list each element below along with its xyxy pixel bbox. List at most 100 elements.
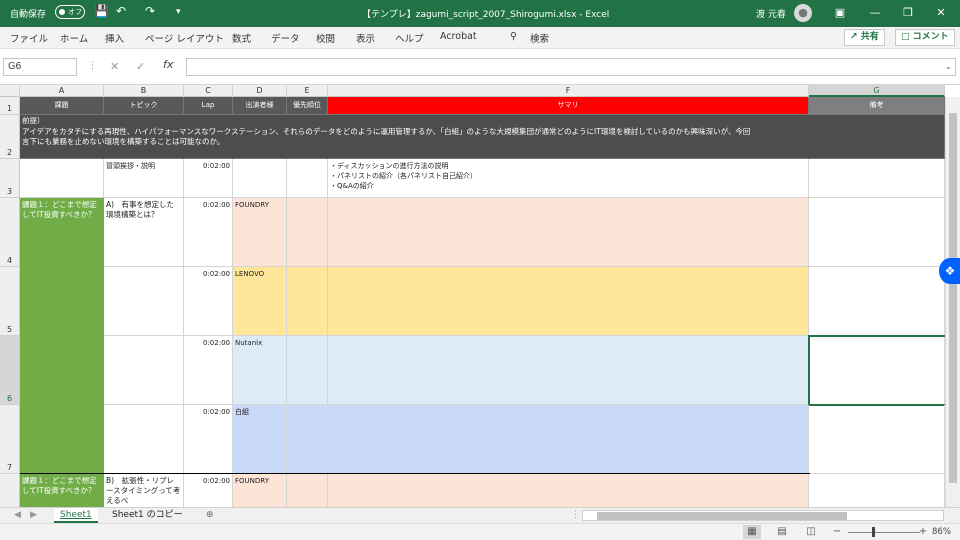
select-all-corner[interactable] bbox=[0, 85, 20, 97]
sheet-tab-sheet1[interactable]: Sheet1 bbox=[54, 508, 98, 523]
undo-icon[interactable]: ↶ bbox=[116, 4, 126, 18]
column-header-b[interactable]: B bbox=[104, 85, 184, 97]
column-header-c[interactable]: C bbox=[184, 85, 233, 97]
tab-file[interactable]: ファイル bbox=[10, 31, 48, 45]
horizontal-scroll-thumb[interactable] bbox=[597, 512, 847, 520]
row-header-2[interactable]: 2 bbox=[0, 115, 20, 159]
minimize-icon[interactable]: — bbox=[860, 3, 890, 23]
enter-icon[interactable]: ✓ bbox=[136, 60, 145, 73]
cell-c7[interactable]: 0:02:00 bbox=[184, 405, 233, 474]
cell-g5[interactable] bbox=[809, 267, 945, 336]
row-header-3[interactable]: 3 bbox=[0, 159, 20, 198]
ribbon-display-icon[interactable]: ▣ bbox=[825, 3, 855, 23]
column-header-d[interactable]: D bbox=[233, 85, 287, 97]
cell-f4[interactable] bbox=[328, 198, 809, 267]
cell-d7[interactable]: 白組 bbox=[233, 405, 287, 474]
next-sheet-icon[interactable]: ▶ bbox=[24, 508, 43, 523]
insert-function-button[interactable]: fx bbox=[163, 58, 173, 71]
normal-view-icon[interactable]: ▦ bbox=[743, 525, 761, 539]
cell-g3[interactable] bbox=[809, 159, 945, 198]
cell-b8[interactable]: B) 拡張性・リプレースタイミングって考えるべ bbox=[104, 474, 184, 507]
cell-e6[interactable] bbox=[287, 336, 328, 405]
row-header-7[interactable]: 7 bbox=[0, 405, 20, 474]
cell-g7[interactable] bbox=[809, 405, 945, 474]
cell-e1[interactable]: 優先順位 bbox=[287, 97, 328, 115]
cell-f7[interactable] bbox=[328, 405, 809, 474]
user-avatar[interactable]: ● bbox=[794, 4, 812, 22]
zoom-slider-knob[interactable] bbox=[872, 527, 875, 537]
zoom-in-icon[interactable]: + bbox=[914, 525, 932, 539]
tab-acrobat[interactable]: Acrobat bbox=[440, 31, 477, 42]
cell-d3[interactable] bbox=[233, 159, 287, 198]
cell-c3[interactable]: 0:02:00 bbox=[184, 159, 233, 198]
cell-b6[interactable] bbox=[104, 336, 184, 405]
cell-e3[interactable] bbox=[287, 159, 328, 198]
cell-e4[interactable] bbox=[287, 198, 328, 267]
horizontal-scrollbar[interactable] bbox=[582, 510, 944, 521]
tab-formulas[interactable]: 数式 bbox=[232, 31, 251, 45]
cell-c5[interactable]: 0:02:00 bbox=[184, 267, 233, 336]
cell-e7[interactable] bbox=[287, 405, 328, 474]
close-icon[interactable]: ✕ bbox=[926, 3, 956, 23]
tab-data[interactable]: データ bbox=[271, 31, 300, 45]
redo-icon[interactable]: ↷ bbox=[145, 4, 155, 18]
vertical-scroll-thumb[interactable] bbox=[949, 113, 957, 483]
cell-f5[interactable] bbox=[328, 267, 809, 336]
cell-f3[interactable]: ・ディスカッションの進行方法の説明 ・パネリストの紹介（各パネリスト自己紹介） … bbox=[328, 159, 809, 198]
zoom-level[interactable]: 86% bbox=[932, 527, 951, 537]
cell-f6[interactable] bbox=[328, 336, 809, 405]
zoom-out-icon[interactable]: − bbox=[828, 525, 846, 539]
cell-c8[interactable]: 0:02:00 bbox=[184, 474, 233, 507]
row-header-1[interactable]: 1 bbox=[0, 97, 20, 115]
cell-b7[interactable] bbox=[104, 405, 184, 474]
cell-a1[interactable]: 課題 bbox=[20, 97, 104, 115]
cell-d4[interactable]: FOUNDRY bbox=[233, 198, 287, 267]
cell-e8[interactable] bbox=[287, 474, 328, 507]
cell-d6[interactable]: Nutanix bbox=[233, 336, 287, 405]
column-header-e[interactable]: E bbox=[287, 85, 328, 97]
sheet-tab-sheet1-copy[interactable]: Sheet1 のコピー bbox=[106, 508, 189, 523]
cell-b3[interactable]: 冒頭挨拶・説明 bbox=[104, 159, 184, 198]
cell-c4[interactable]: 0:02:00 bbox=[184, 198, 233, 267]
cell-b5[interactable] bbox=[104, 267, 184, 336]
cell-c1[interactable]: Lap bbox=[184, 97, 233, 115]
cell-g1[interactable]: 備考 bbox=[809, 97, 945, 115]
customize-qat-icon[interactable]: ▾ bbox=[176, 7, 181, 17]
expand-formula-icon[interactable]: ⌄ bbox=[945, 62, 952, 71]
cell-d5[interactable]: LENOVO bbox=[233, 267, 287, 336]
spreadsheet-grid[interactable]: A B C D E F G 1 2 3 4 5 6 7 課題 トピック Lap … bbox=[0, 85, 960, 507]
cell-a3[interactable] bbox=[20, 159, 104, 198]
cell-e5[interactable] bbox=[287, 267, 328, 336]
dropbox-icon[interactable]: ❖ bbox=[939, 258, 960, 284]
cell-f8[interactable] bbox=[328, 474, 809, 507]
search-icon[interactable]: ⚲ bbox=[510, 31, 517, 42]
tab-insert[interactable]: 挿入 bbox=[105, 31, 124, 45]
search-label[interactable]: 検索 bbox=[530, 31, 549, 45]
cell-g8[interactable] bbox=[809, 474, 945, 507]
page-break-view-icon[interactable]: ◫ bbox=[802, 525, 820, 539]
restore-icon[interactable]: ❐ bbox=[893, 3, 923, 23]
add-sheet-icon[interactable]: ⊕ bbox=[200, 508, 220, 523]
zoom-slider-track[interactable] bbox=[848, 532, 920, 533]
task-1b-cell[interactable]: 課題１：どこまで想定してIT投資すべきか？ bbox=[20, 474, 104, 507]
cell-b1[interactable]: トピック bbox=[104, 97, 184, 115]
row-header-4[interactable]: 4 bbox=[0, 198, 20, 267]
column-header-g[interactable]: G bbox=[809, 85, 945, 97]
column-header-f[interactable]: F bbox=[328, 85, 809, 97]
cell-d1[interactable]: 出演者様 bbox=[233, 97, 287, 115]
row-header-6[interactable]: 6 bbox=[0, 336, 20, 405]
tab-page-layout[interactable]: ページ レイアウト bbox=[145, 31, 224, 45]
cell-c6[interactable]: 0:02:00 bbox=[184, 336, 233, 405]
tab-home[interactable]: ホーム bbox=[60, 31, 88, 45]
formula-input[interactable] bbox=[186, 58, 956, 76]
premise-cell[interactable]: 前提） アイデアをカタチにする再現性、ハイパフォーマンスなワークステーション、そ… bbox=[20, 115, 945, 159]
page-layout-view-icon[interactable]: ▤ bbox=[773, 525, 791, 539]
vertical-scrollbar[interactable] bbox=[945, 97, 960, 507]
cell-d8[interactable]: FOUNDRY bbox=[233, 474, 287, 507]
row-header-8[interactable] bbox=[0, 474, 20, 507]
autosave-toggle[interactable]: オフ bbox=[55, 5, 85, 19]
tab-view[interactable]: 表示 bbox=[356, 31, 375, 45]
row-header-5[interactable]: 5 bbox=[0, 267, 20, 336]
column-header-a[interactable]: A bbox=[20, 85, 104, 97]
save-icon[interactable]: 💾 bbox=[94, 4, 109, 18]
